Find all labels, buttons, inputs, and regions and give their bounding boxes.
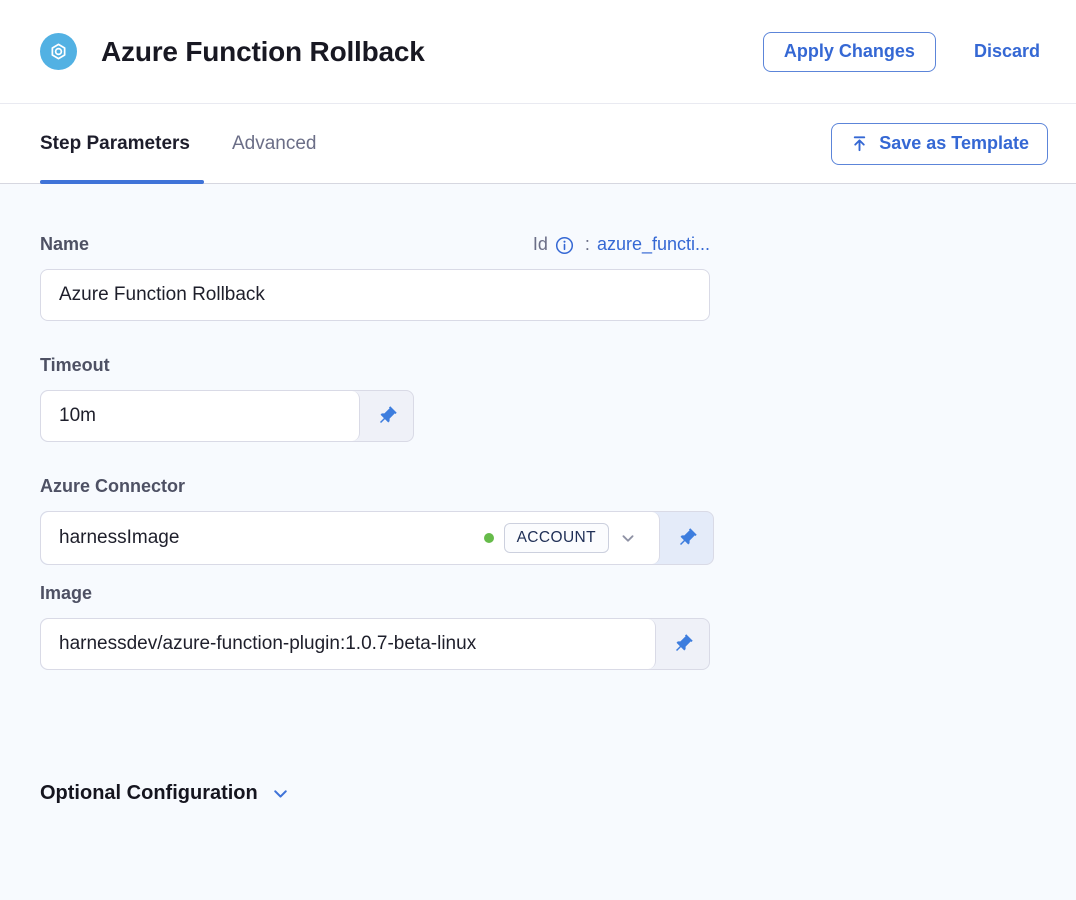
pin-icon (676, 527, 698, 549)
step-parameters-panel: Name Id : azure_functi... Timeout (0, 184, 1076, 900)
image-pin-button[interactable] (656, 619, 709, 669)
id-label: Id (533, 234, 548, 255)
image-input[interactable] (41, 619, 656, 669)
step-id-value[interactable]: azure_functi... (597, 234, 710, 255)
name-label: Name (40, 234, 89, 255)
azure-connector-label: Azure Connector (40, 476, 714, 497)
upload-icon (850, 134, 869, 153)
timeout-field (40, 390, 414, 442)
chevron-down-icon (617, 527, 639, 549)
hexagon-nut-icon (47, 40, 70, 63)
connector-value: harnessImage (59, 527, 484, 549)
tab-advanced[interactable]: Advanced (232, 104, 331, 183)
tab-label: Step Parameters (40, 133, 190, 155)
step-id-row: Id : azure_functi... (533, 234, 710, 255)
info-icon[interactable] (555, 236, 574, 255)
id-separator: : (585, 234, 590, 255)
save-as-template-label: Save as Template (879, 133, 1029, 154)
save-as-template-button[interactable]: Save as Template (831, 123, 1048, 165)
header-actions: Apply Changes Discard (763, 32, 1040, 72)
apply-changes-button[interactable]: Apply Changes (763, 32, 936, 72)
chevron-down-icon (270, 783, 291, 804)
optional-configuration-label: Optional Configuration (40, 782, 258, 805)
timeout-label: Timeout (40, 355, 714, 376)
panel-header: Azure Function Rollback Apply Changes Di… (0, 0, 1076, 104)
tab-bar: Step Parameters Advanced Save as Templat… (0, 104, 1076, 184)
image-label: Image (40, 583, 714, 604)
optional-configuration-toggle[interactable]: Optional Configuration (40, 782, 291, 805)
azure-connector-field: harnessImage ACCOUNT (40, 511, 714, 565)
page-title: Azure Function Rollback (101, 36, 763, 68)
timeout-input[interactable] (41, 391, 360, 441)
tab-label: Advanced (232, 133, 317, 155)
azure-function-step-icon (40, 33, 77, 70)
timeout-pin-button[interactable] (360, 391, 413, 441)
discard-button[interactable]: Discard (974, 41, 1040, 62)
pin-icon (376, 405, 398, 427)
tab-step-parameters[interactable]: Step Parameters (40, 104, 204, 183)
azure-connector-select[interactable]: harnessImage ACCOUNT (41, 512, 660, 564)
name-input[interactable] (40, 269, 710, 321)
connector-pin-button[interactable] (660, 512, 713, 564)
connector-status-dot (484, 533, 494, 543)
connector-scope-badge: ACCOUNT (504, 523, 609, 553)
pin-icon (672, 633, 694, 655)
image-field (40, 618, 710, 670)
